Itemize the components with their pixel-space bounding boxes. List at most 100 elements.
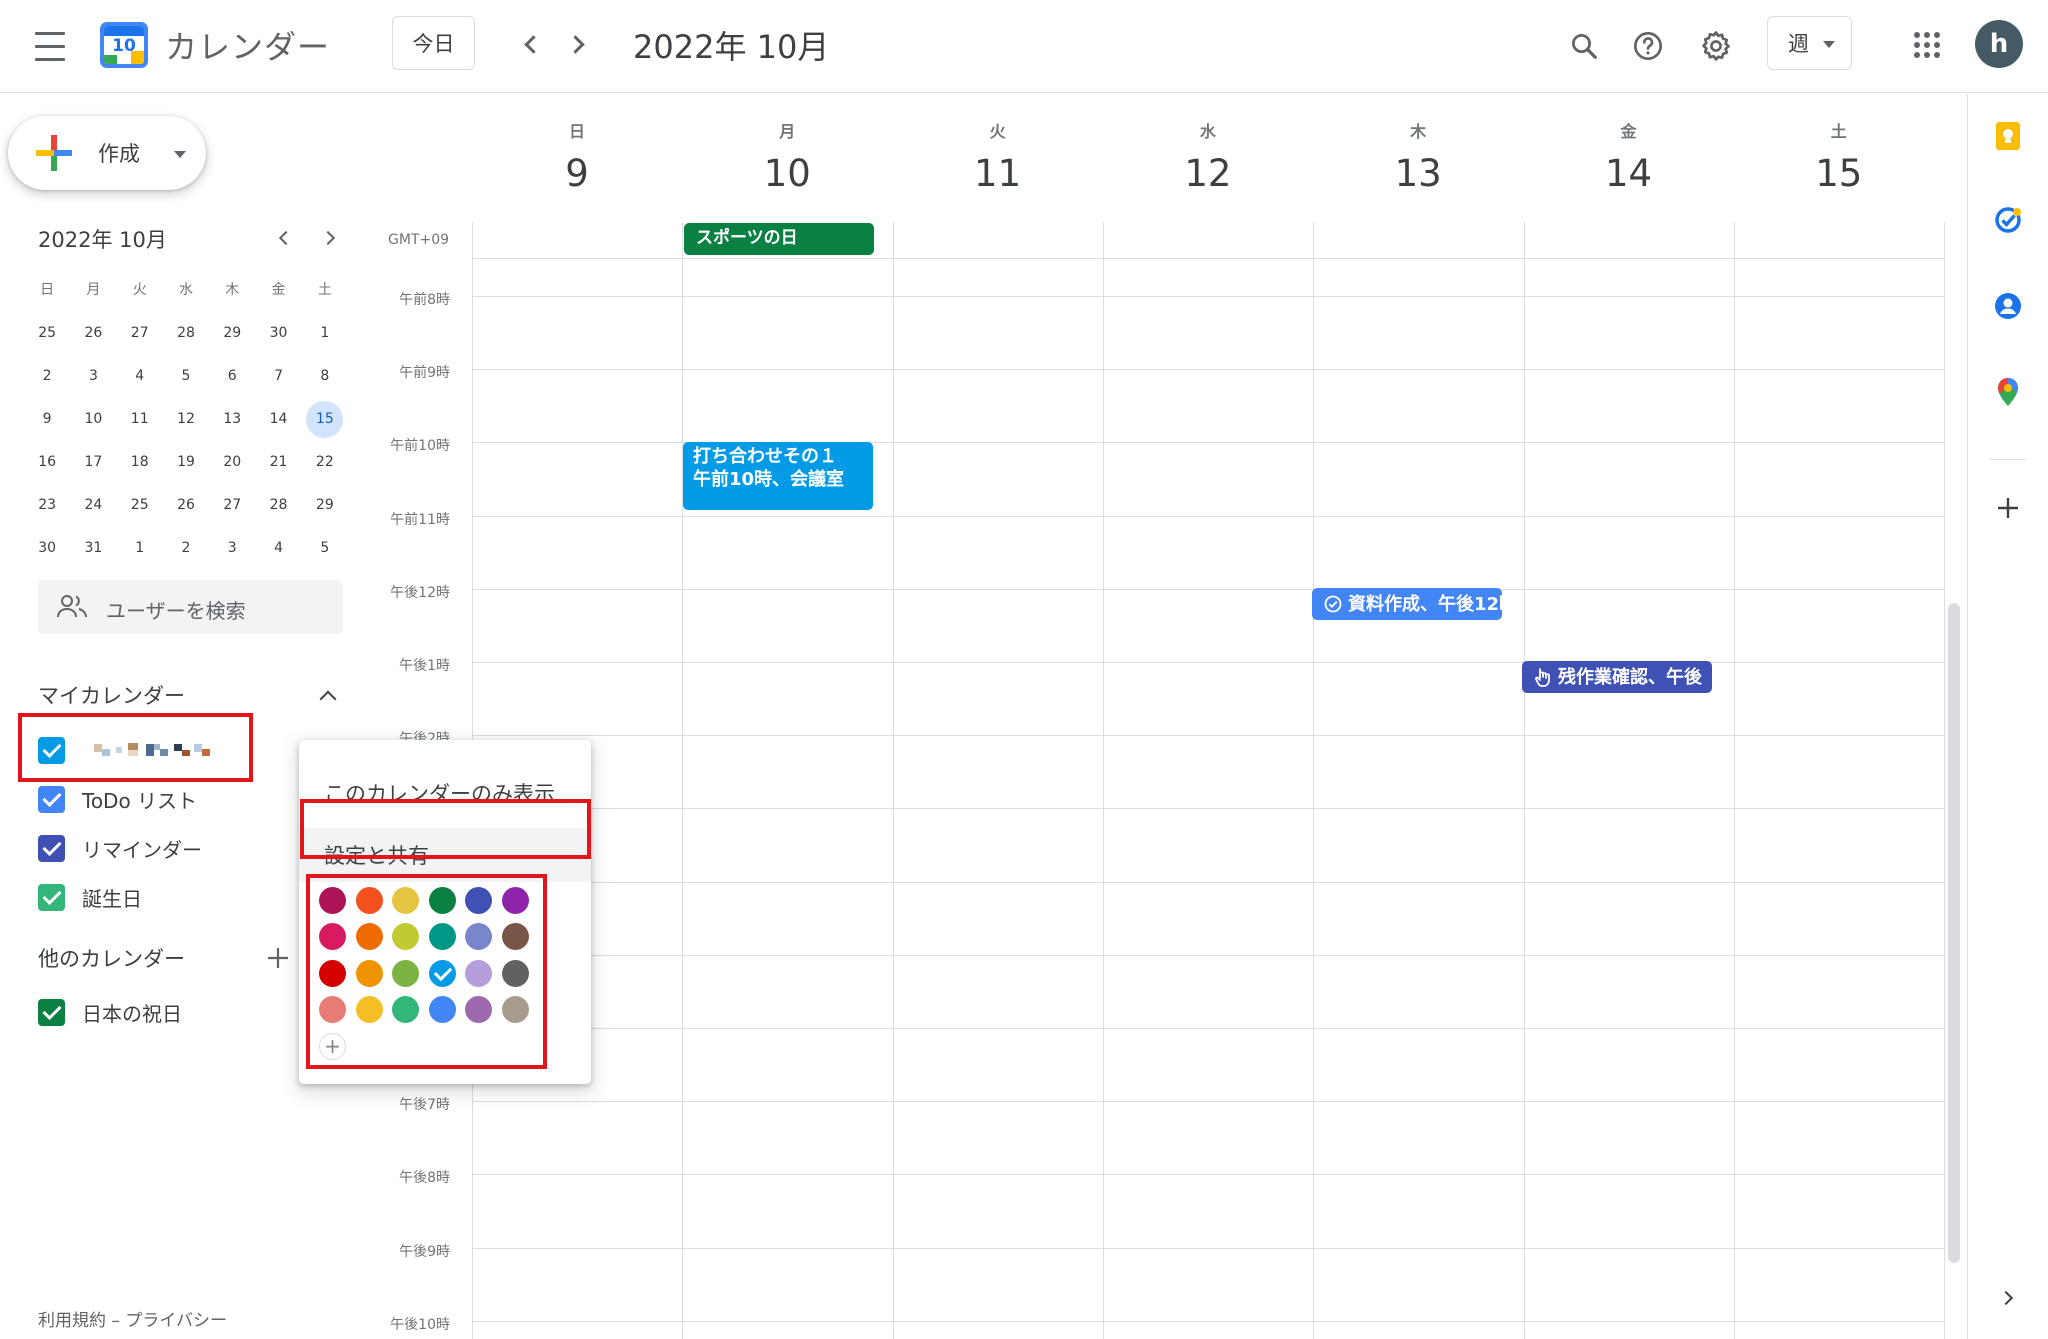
keep-button[interactable] xyxy=(1986,114,2030,158)
avatar[interactable]: h xyxy=(1975,20,2023,68)
expand-panel-button[interactable] xyxy=(1986,1276,2030,1320)
contacts-button[interactable] xyxy=(1986,284,2030,328)
mini-calendar-day[interactable]: 12 xyxy=(163,400,209,438)
show-only-this-calendar[interactable]: このカレンダーのみ表示 xyxy=(299,766,591,820)
event-sports-day[interactable]: スポーツの日 xyxy=(684,223,874,255)
my-calendars-title[interactable]: マイカレンダー xyxy=(38,680,185,710)
mini-calendar-day[interactable]: 24 xyxy=(70,486,116,524)
mini-calendar-day[interactable]: 26 xyxy=(163,486,209,524)
event-reminder[interactable]: 残作業確認、午後 xyxy=(1522,661,1712,693)
day-date[interactable]: 14 xyxy=(1524,152,1734,195)
color-swatch[interactable] xyxy=(355,959,383,987)
my-calendar-item[interactable]: ToDo リスト xyxy=(38,779,197,819)
mini-calendar-day[interactable]: 1 xyxy=(302,314,348,352)
my-calendar-item[interactable] xyxy=(38,730,218,770)
color-swatch[interactable] xyxy=(355,886,383,914)
color-swatch[interactable] xyxy=(319,886,346,914)
color-swatch[interactable] xyxy=(319,923,346,951)
mini-calendar-day[interactable]: 20 xyxy=(209,443,255,481)
color-swatch[interactable] xyxy=(465,886,492,914)
mini-next-month-button[interactable] xyxy=(314,222,346,254)
mini-calendar-day[interactable]: 6 xyxy=(209,357,255,395)
mini-calendar-day[interactable]: 22 xyxy=(302,443,348,481)
mini-calendar-day[interactable]: 8 xyxy=(302,357,348,395)
color-swatch[interactable] xyxy=(465,996,492,1024)
day-header[interactable]: 日9 xyxy=(472,118,682,195)
settings-and-sharing[interactable]: 設定と共有 xyxy=(299,828,591,882)
next-week-button[interactable] xyxy=(558,22,598,66)
mini-calendar-day[interactable]: 3 xyxy=(209,529,255,567)
mini-calendar-day[interactable]: 27 xyxy=(209,486,255,524)
day-date[interactable]: 13 xyxy=(1313,152,1523,195)
day-header[interactable]: 月 10 xyxy=(682,118,892,195)
color-swatch[interactable] xyxy=(501,996,529,1024)
mini-calendar-day[interactable]: 16 xyxy=(24,443,70,481)
mini-calendar-day[interactable]: 31 xyxy=(70,529,116,567)
day-date[interactable]: 9 xyxy=(472,152,682,195)
day-date[interactable]: 15 xyxy=(1734,152,1944,195)
mini-calendar-day[interactable]: 17 xyxy=(70,443,116,481)
mini-calendar-day[interactable]: 26 xyxy=(70,314,116,352)
color-swatch[interactable] xyxy=(501,959,529,987)
mini-calendar-day[interactable]: 30 xyxy=(255,314,301,352)
mini-calendar-day[interactable]: 4 xyxy=(255,529,301,567)
search-button[interactable] xyxy=(1560,22,1608,70)
mini-calendar-day[interactable]: 23 xyxy=(24,486,70,524)
create-button[interactable]: 作成 xyxy=(8,116,206,190)
calendar-checkbox[interactable] xyxy=(38,785,65,813)
mini-calendar-day[interactable]: 18 xyxy=(117,443,163,481)
mini-calendar-day[interactable]: 25 xyxy=(117,486,163,524)
mini-calendar-day[interactable]: 2 xyxy=(163,529,209,567)
color-swatch[interactable] xyxy=(319,996,346,1024)
mini-calendar-day[interactable]: 30 xyxy=(24,529,70,567)
add-custom-color-button[interactable]: + xyxy=(319,1032,346,1060)
apps-grid-icon[interactable] xyxy=(1914,32,1940,58)
color-swatch[interactable] xyxy=(428,996,456,1024)
color-swatch[interactable] xyxy=(392,923,419,951)
mini-calendar-day[interactable]: 19 xyxy=(163,443,209,481)
mini-calendar-day[interactable]: 4 xyxy=(117,357,163,395)
mini-calendar-day[interactable]: 11 xyxy=(117,400,163,438)
color-swatch[interactable] xyxy=(465,923,492,951)
color-swatch[interactable] xyxy=(392,996,419,1024)
settings-button[interactable] xyxy=(1692,22,1740,70)
view-selector[interactable]: 週 xyxy=(1767,16,1852,70)
color-swatch[interactable] xyxy=(428,886,456,914)
event-task-docs[interactable]: 資料作成、午後12時 xyxy=(1312,588,1502,620)
mini-calendar-day[interactable]: 10 xyxy=(70,400,116,438)
mini-calendar-day[interactable]: 28 xyxy=(255,486,301,524)
color-swatch[interactable] xyxy=(428,923,456,951)
calendar-logo[interactable]: 10 xyxy=(100,22,148,68)
terms-privacy-link[interactable]: 利用規約 – プライバシー xyxy=(38,1306,227,1331)
get-addons-button[interactable] xyxy=(1986,486,2030,530)
mini-calendar-day[interactable]: 3 xyxy=(70,357,116,395)
color-swatch[interactable] xyxy=(392,886,419,914)
mini-calendar-day[interactable]: 27 xyxy=(117,314,163,352)
day-date[interactable]: 10 xyxy=(682,152,892,195)
mini-calendar-day[interactable]: 28 xyxy=(163,314,209,352)
color-swatch[interactable] xyxy=(355,996,383,1024)
calendar-checkbox[interactable] xyxy=(38,883,65,911)
my-calendar-item[interactable]: 誕生日 xyxy=(38,877,142,917)
color-swatch[interactable] xyxy=(392,959,419,987)
color-swatch[interactable] xyxy=(501,886,529,914)
day-header[interactable]: 水 12 xyxy=(1103,118,1313,195)
day-header[interactable]: 木 13 xyxy=(1313,118,1523,195)
day-header[interactable]: 金 14 xyxy=(1524,118,1734,195)
today-button[interactable]: 今日 xyxy=(392,16,475,70)
mini-prev-month-button[interactable] xyxy=(268,222,300,254)
mini-calendar-day[interactable]: 15 xyxy=(302,400,348,438)
maps-button[interactable] xyxy=(1986,370,2030,414)
day-header[interactable]: 火 11 xyxy=(893,118,1103,195)
mini-calendar-day[interactable]: 5 xyxy=(163,357,209,395)
mini-calendar-day[interactable]: 1 xyxy=(117,529,163,567)
main-menu-button[interactable] xyxy=(28,24,72,68)
color-swatch[interactable] xyxy=(501,923,529,951)
my-calendar-item[interactable]: リマインダー xyxy=(38,828,202,868)
prev-week-button[interactable] xyxy=(510,22,550,66)
mini-calendar-day[interactable]: 9 xyxy=(24,400,70,438)
add-other-calendar-button[interactable] xyxy=(260,940,296,976)
mini-calendar-day[interactable]: 7 xyxy=(255,357,301,395)
calendar-checkbox[interactable] xyxy=(38,736,65,764)
mini-calendar-day[interactable]: 25 xyxy=(24,314,70,352)
